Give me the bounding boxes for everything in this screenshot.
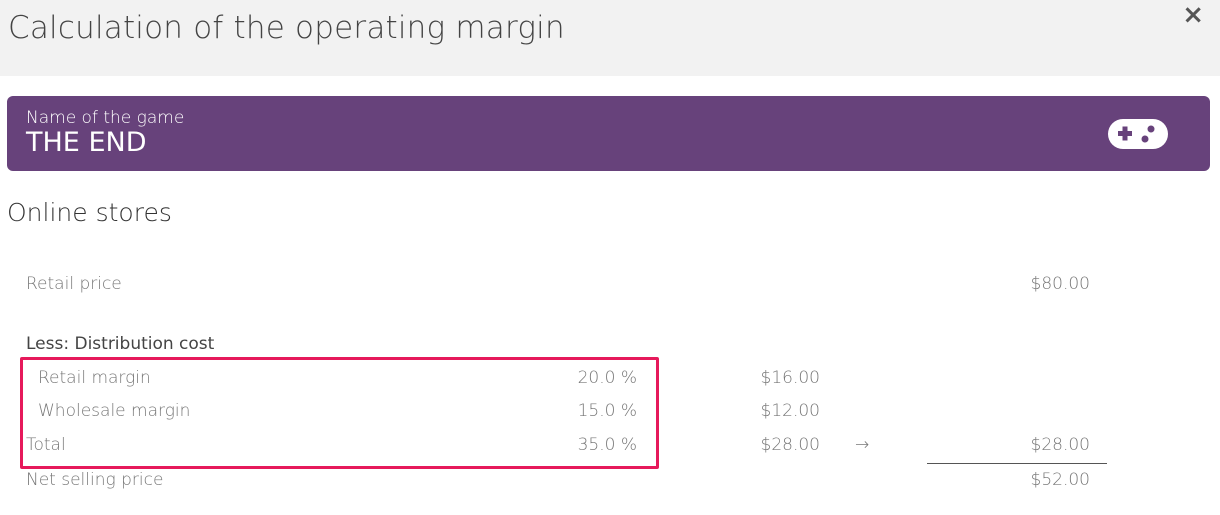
net-selling-price-label: Net selling price — [26, 470, 164, 490]
distribution-cost-heading: Less: Distribution cost — [26, 334, 215, 354]
retail-margin-amount: $16.00 — [760, 368, 820, 388]
total-amount: $28.00 — [760, 435, 820, 455]
total-carried: $28.00 — [1030, 435, 1090, 455]
retail-price-total: $80.00 — [1030, 274, 1090, 294]
section-title: Online stores — [7, 198, 172, 227]
retail-price-label: Retail price — [26, 274, 122, 294]
close-icon[interactable]: × — [1182, 2, 1204, 28]
highlight-box — [20, 357, 659, 469]
game-name-value: THE END — [26, 127, 147, 158]
arrow-right-icon: → — [855, 435, 870, 455]
subtotal-divider — [927, 463, 1107, 464]
game-banner: Name of the game THE END — [7, 96, 1210, 171]
net-selling-price-total: $52.00 — [1030, 470, 1090, 490]
gamepad-icon — [1108, 119, 1168, 149]
dialog-title: Calculation of the operating margin — [8, 10, 565, 46]
dialog-header: Calculation of the operating margin × — [0, 0, 1220, 76]
game-name-label: Name of the game — [26, 108, 185, 128]
wholesale-margin-amount: $12.00 — [760, 401, 820, 421]
